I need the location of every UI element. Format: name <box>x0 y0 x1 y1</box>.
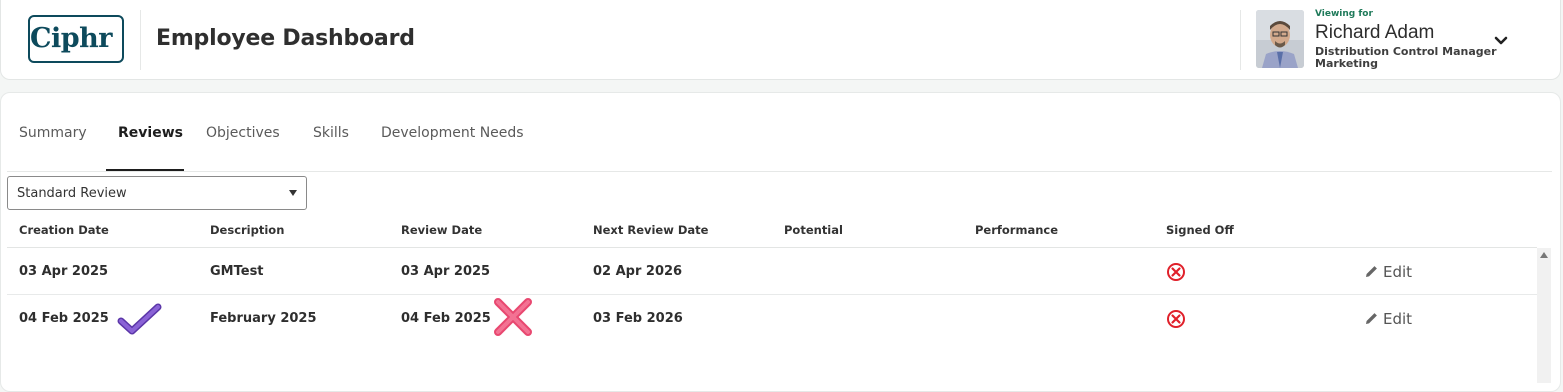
cell-creation-date: 04 Feb 2025 <box>19 311 109 326</box>
vertical-scrollbar[interactable] <box>1537 248 1551 383</box>
viewing-for-label: Viewing for <box>1315 9 1373 19</box>
header-divider <box>140 10 141 70</box>
cross-mark-icon <box>491 297 535 337</box>
x-circle-icon <box>1166 309 1186 329</box>
column-header-review-date: Review Date <box>401 223 483 237</box>
edit-label: Edit <box>1383 310 1413 328</box>
tab-skills[interactable]: Skills <box>313 125 349 141</box>
check-mark-icon <box>116 303 162 335</box>
cell-next-review-date: 02 Apr 2026 <box>593 264 683 279</box>
avatar <box>1256 10 1304 68</box>
edit-button[interactable]: Edit <box>1364 263 1412 281</box>
tab-development-needs[interactable]: Development Needs <box>381 125 524 141</box>
user-name: Richard Adam <box>1315 22 1435 43</box>
row-divider <box>7 294 1537 295</box>
pencil-icon <box>1366 266 1377 277</box>
column-header-potential: Potential <box>784 223 843 237</box>
tab-reviews[interactable]: Reviews <box>118 125 183 141</box>
column-header-performance: Performance <box>975 223 1059 237</box>
edit-button[interactable]: Edit <box>1364 310 1412 328</box>
edit-label: Edit <box>1383 263 1413 281</box>
cell-review-date: 04 Feb 2025 <box>401 311 491 326</box>
column-header-creation-date: Creation Date <box>19 223 109 237</box>
column-header-next-review-date: Next Review Date <box>593 223 709 237</box>
caret-down-icon <box>289 190 297 196</box>
cell-description: GMTest <box>210 264 264 279</box>
x-circle-icon <box>1166 262 1186 282</box>
table-header-divider <box>7 247 1537 248</box>
page-title: Employee Dashboard <box>156 26 415 51</box>
cell-creation-date: 03 Apr 2025 <box>19 264 109 279</box>
cell-next-review-date: 03 Feb 2026 <box>593 311 683 326</box>
review-type-select[interactable]: Standard Review <box>7 176 307 210</box>
review-type-value: Standard Review <box>17 186 127 201</box>
tab-summary[interactable]: Summary <box>19 125 87 141</box>
user-department: Marketing <box>1315 57 1379 70</box>
cell-description: February 2025 <box>210 311 317 326</box>
tabs-divider <box>7 171 1552 172</box>
chevron-down-icon[interactable] <box>1493 33 1509 47</box>
pencil-icon <box>1366 313 1377 324</box>
column-header-signed-off: Signed Off <box>1166 223 1234 237</box>
tab-objectives[interactable]: Objectives <box>206 125 280 141</box>
scroll-up-arrow-icon[interactable] <box>1540 252 1548 258</box>
user-divider <box>1240 10 1241 70</box>
column-header-description: Description <box>210 223 285 237</box>
cell-review-date: 03 Apr 2025 <box>401 264 491 279</box>
logo-text: Ciphr <box>30 23 112 54</box>
